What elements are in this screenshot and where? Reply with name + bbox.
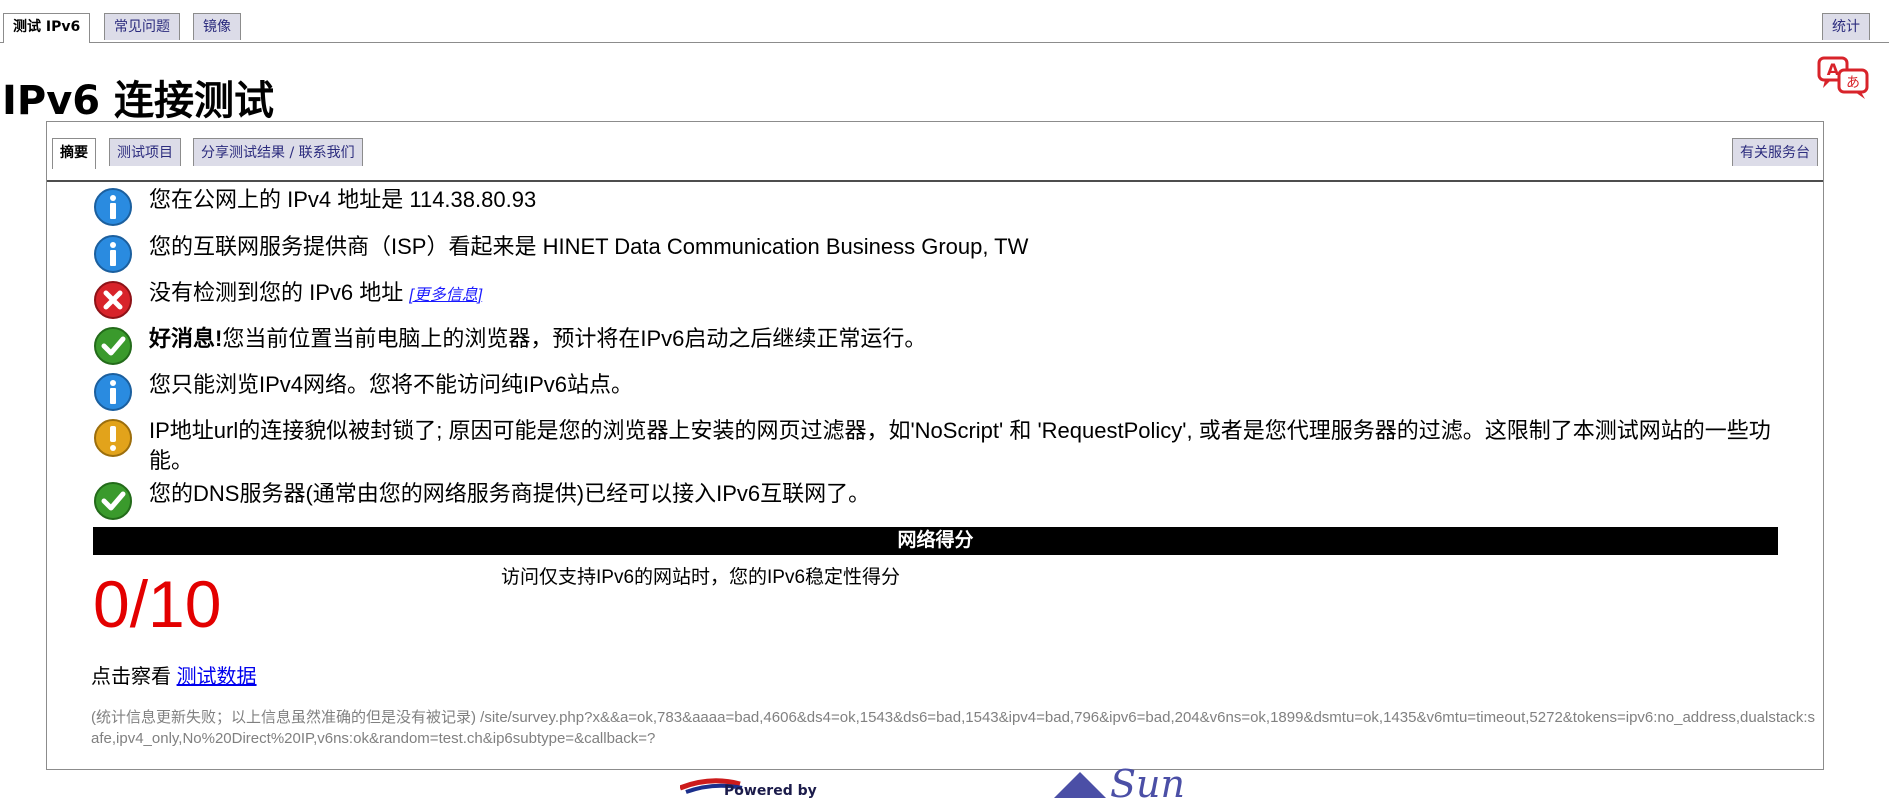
tab-test-ipv6[interactable]: 测试 IPv6	[3, 13, 91, 43]
info-icon	[94, 235, 132, 273]
stats-text: (统计信息更新失败；以上信息虽然准确的但是没有被记录) /site/survey…	[91, 709, 1816, 747]
check-icon	[94, 482, 132, 520]
sun-diamond-icon	[1052, 772, 1108, 800]
sun-logo: Sun	[1050, 762, 1210, 806]
tab-stats[interactable]: 统计	[1822, 13, 1870, 40]
score-value: 0/10	[93, 567, 222, 641]
info-icon	[94, 188, 132, 226]
see-data-prefix: 点击察看	[91, 666, 177, 688]
test-data-link[interactable]: 测试数据	[177, 666, 257, 688]
more-info-link[interactable]: [更多信息]	[409, 287, 482, 304]
message-text: 好消息!您当前位置当前电脑上的浏览器，预计将在IPv6启动之后继续正常运行。	[149, 324, 1809, 354]
score-heading: 网络得分	[93, 527, 1778, 555]
message-body: 您当前位置当前电脑上的浏览器，预计将在IPv6启动之后继续正常运行。	[222, 326, 927, 351]
score-description: 访问仅支持IPv6的网站时，您的IPv6稳定性得分	[501, 567, 901, 588]
message-text: 您的DNS服务器(通常由您的网络服务商提供)已经可以接入IPv6互联网了。	[149, 481, 871, 506]
svg-text:あ: あ	[1846, 75, 1860, 91]
message-text: 您只能浏览IPv4网络。您将不能访问纯IPv6站点。	[149, 372, 634, 397]
message-text: 您的互联网服务提供商（ISP）看起来是 HINET Data Communica…	[149, 234, 1029, 259]
subtab-share-contact[interactable]: 分享测试结果 / 联系我们	[193, 138, 363, 166]
error-icon	[94, 281, 132, 319]
page-title: IPv6 连接测试	[2, 78, 275, 124]
top-nav: 测试 IPv6 常见问题 镜像 统计	[0, 0, 1889, 43]
powered-by-text: Powered by	[724, 783, 817, 799]
sun-text: Sun	[1110, 762, 1185, 806]
warning-icon	[94, 419, 132, 457]
check-icon	[94, 327, 132, 365]
subtab-helpdesk[interactable]: 有关服务台	[1732, 138, 1818, 166]
powered-by-logo: Powered by	[679, 772, 830, 799]
info-icon	[94, 373, 132, 411]
message-text: 没有检测到您的 IPv6 地址	[149, 280, 404, 305]
see-data: 点击察看 测试数据	[91, 660, 257, 689]
translate-icon[interactable]: A あ	[1817, 56, 1871, 100]
subtab-tests[interactable]: 测试项目	[109, 138, 181, 166]
sub-nav: 摘要 测试项目 分享测试结果 / 联系我们 有关服务台	[47, 122, 1823, 182]
results-panel: 摘要 测试项目 分享测试结果 / 联系我们 有关服务台 您在公网上的 IPv4 …	[46, 121, 1824, 770]
message-text: 您在公网上的 IPv4 地址是 114.38.80.93	[149, 187, 537, 212]
tab-faq[interactable]: 常见问题	[104, 13, 180, 40]
good-news-label: 好消息!	[149, 326, 223, 351]
message-text: 没有检测到您的 IPv6 地址 [更多信息]	[149, 278, 1809, 311]
message-text: IP地址url的连接貌似被封锁了; 原因可能是您的浏览器上安装的网页过滤器，如'…	[149, 418, 1771, 473]
subtab-summary[interactable]: 摘要	[52, 138, 96, 169]
tab-mirrors[interactable]: 镜像	[193, 13, 241, 40]
